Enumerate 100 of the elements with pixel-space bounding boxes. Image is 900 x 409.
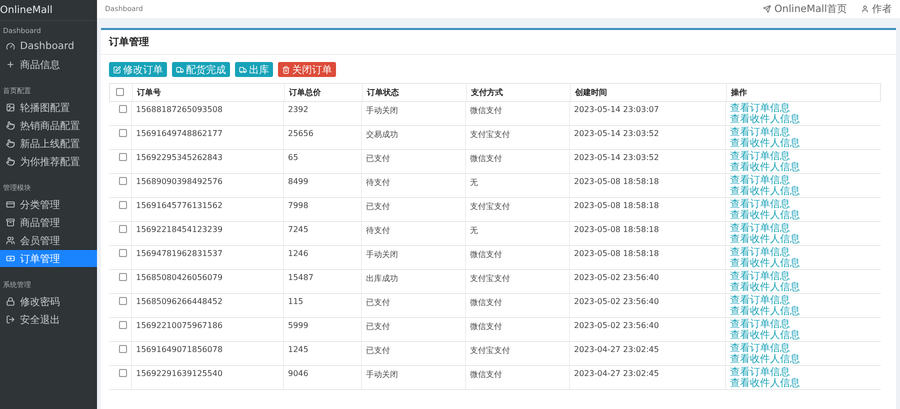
action-link[interactable]: 查看订单信息: [730, 247, 877, 258]
table-cell: 手动关闭: [361, 366, 465, 389]
select-all-checkbox[interactable]: [116, 88, 124, 96]
sidebar-item[interactable]: 会员管理: [0, 232, 97, 249]
action-link[interactable]: 查看订单信息: [730, 367, 877, 378]
brand-logo-text: OnlineMall: [0, 4, 53, 16]
action-link[interactable]: 查看收件人信息: [730, 282, 877, 293]
action-link[interactable]: 查看收件人信息: [730, 114, 877, 125]
action-link[interactable]: 查看收件人信息: [730, 330, 877, 341]
archive-icon: [6, 218, 15, 227]
table-cell: 微信支付: [465, 318, 569, 341]
sidebar-item[interactable]: 热销商品配置: [0, 117, 97, 134]
action-link[interactable]: 查看收件人信息: [730, 234, 877, 245]
table-cell: 15692218454123239: [131, 222, 283, 245]
logout-icon: [6, 315, 15, 324]
table-cell: 微信支付: [465, 246, 569, 269]
toolbar-button[interactable]: 出库: [235, 62, 273, 77]
table-cell: 65: [283, 150, 361, 173]
table-cell: 2023-05-02 23:56:40: [569, 294, 725, 317]
row-checkbox[interactable]: [119, 297, 127, 305]
action-link[interactable]: 查看订单信息: [730, 103, 877, 114]
action-link[interactable]: 查看订单信息: [730, 199, 877, 210]
table-cell: 15689090398492576: [131, 174, 283, 197]
users-icon: [6, 236, 15, 245]
table-cell: 15692210075967186: [131, 318, 283, 341]
table-cell: 待支付: [361, 174, 465, 197]
edit-icon: [113, 66, 121, 74]
table-cell: 已支付: [361, 198, 465, 221]
action-link[interactable]: 查看订单信息: [730, 295, 877, 306]
sidebar-item[interactable]: 为你推荐配置: [0, 153, 97, 170]
toolbar-button[interactable]: 配货完成: [172, 62, 230, 77]
table-cell: 已支付: [361, 294, 465, 317]
table-cell: 15688187265093508: [131, 102, 283, 125]
column-header: 订单状态: [362, 84, 466, 101]
action-link[interactable]: 查看订单信息: [730, 223, 877, 234]
table-cell: 出库成功: [361, 270, 465, 293]
image-icon: [6, 103, 15, 112]
toolbar-button[interactable]: 关闭订单: [278, 62, 336, 77]
sidebar-item[interactable]: 商品管理: [0, 214, 97, 231]
row-checkbox[interactable]: [119, 177, 127, 185]
sidebar-item[interactable]: 轮播图配置: [0, 99, 97, 116]
sidebar-item[interactable]: 商品信息: [0, 56, 97, 73]
hand-pointer-icon: [6, 139, 15, 148]
table-cell: 2023-05-08 18:58:18: [569, 246, 725, 269]
action-link[interactable]: 查看订单信息: [730, 271, 877, 282]
table-cell: 15692295345262843: [131, 150, 283, 173]
table-cell: 2023-05-08 18:58:18: [569, 222, 725, 245]
row-checkbox[interactable]: [119, 273, 127, 281]
action-link[interactable]: 查看收件人信息: [730, 138, 877, 149]
table-cell: 15685080426056079: [131, 270, 283, 293]
action-link[interactable]: 查看订单信息: [730, 175, 877, 186]
action-link[interactable]: 查看订单信息: [730, 319, 877, 330]
panel-title: 订单管理: [101, 30, 896, 55]
paper-plane-icon: [763, 5, 772, 13]
action-link[interactable]: 查看收件人信息: [730, 306, 877, 317]
row-checkbox[interactable]: [119, 201, 127, 209]
row-checkbox[interactable]: [119, 225, 127, 233]
sidebar-item[interactable]: 安全退出: [0, 311, 97, 328]
sidebar-item[interactable]: 分类管理: [0, 196, 97, 213]
table-cell: 2023-05-02 23:56:40: [569, 270, 725, 293]
row-checkbox[interactable]: [119, 129, 127, 137]
row-checkbox[interactable]: [119, 153, 127, 161]
row-checkbox[interactable]: [119, 369, 127, 377]
sidebar-item[interactable]: 修改密码: [0, 293, 97, 310]
table-cell: 15691649748862177: [131, 126, 283, 149]
table-cell: 15487: [283, 270, 361, 293]
column-header: 创建时间: [570, 84, 726, 101]
table-cell: 7998: [283, 198, 361, 221]
table-cell: 2023-05-08 18:58:18: [569, 198, 725, 221]
sidebar-item[interactable]: 新品上线配置: [0, 135, 97, 152]
action-link[interactable]: 查看收件人信息: [730, 210, 877, 221]
table-cell: 手动关闭: [361, 102, 465, 125]
table-cell: 2023-05-14 23:03:07: [569, 102, 725, 125]
table-cell: 1245: [283, 342, 361, 365]
row-checkbox[interactable]: [119, 105, 127, 113]
lock-icon: [6, 297, 15, 306]
sidebar-item[interactable]: Dashboard: [0, 38, 97, 55]
table-cell: 2023-05-14 23:03:52: [569, 126, 725, 149]
table-cell: 2023-05-08 18:58:18: [569, 174, 725, 197]
truck-icon: [176, 66, 184, 74]
hand-pointer-icon: [6, 121, 15, 130]
top-link[interactable]: OnlineMall首页: [763, 2, 847, 16]
action-link[interactable]: 查看收件人信息: [730, 162, 877, 173]
row-checkbox[interactable]: [119, 345, 127, 353]
gauge-icon: [6, 42, 15, 51]
trash-icon: [282, 66, 290, 74]
action-link[interactable]: 查看收件人信息: [730, 378, 877, 389]
row-checkbox[interactable]: [119, 321, 127, 329]
toolbar-button[interactable]: 修改订单: [109, 62, 167, 77]
action-link[interactable]: 查看订单信息: [730, 151, 877, 162]
sidebar-item[interactable]: 订单管理: [0, 250, 97, 267]
action-link[interactable]: 查看收件人信息: [730, 186, 877, 197]
table-cell: 25656: [283, 126, 361, 149]
action-link[interactable]: 查看收件人信息: [730, 354, 877, 365]
action-link[interactable]: 查看订单信息: [730, 127, 877, 138]
row-checkbox[interactable]: [119, 249, 127, 257]
action-link[interactable]: 查看订单信息: [730, 343, 877, 354]
table-cell: 1246: [283, 246, 361, 269]
top-link[interactable]: 作者: [861, 2, 892, 16]
action-link[interactable]: 查看收件人信息: [730, 258, 877, 269]
